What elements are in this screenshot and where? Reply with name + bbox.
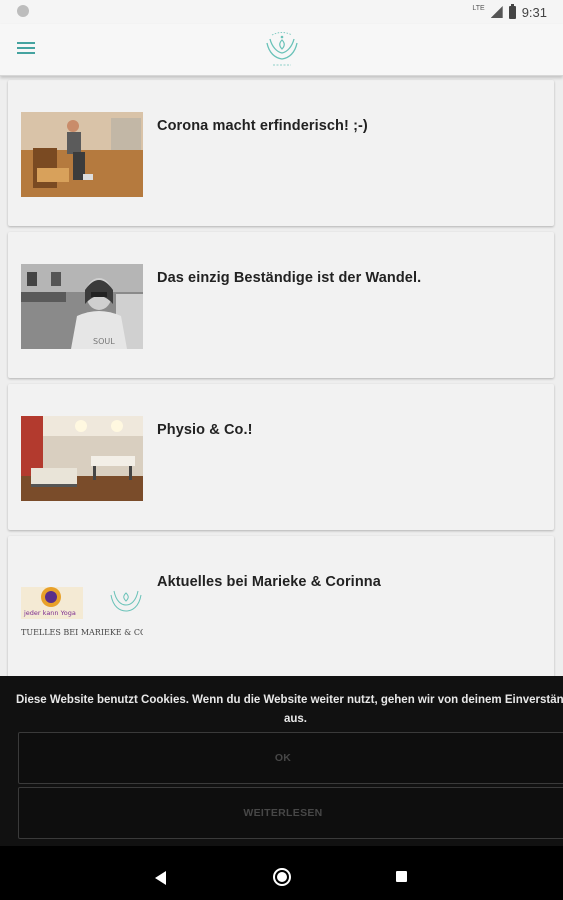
cookie-ok-button[interactable]: OK: [18, 732, 563, 784]
status-indicators: LTE 9:31: [472, 3, 547, 20]
post-title[interactable]: Aktuelles bei Marieke & Corinna: [157, 574, 381, 590]
cookie-message-line2: aus.: [283, 713, 307, 725]
banner-text: jeder kann Yoga: [23, 609, 76, 617]
post-title[interactable]: Das einzig Beständige ist der Wandel.: [157, 270, 421, 286]
post-card[interactable]: SOUL Das einzig Beständige ist der Wande…: [8, 232, 554, 378]
app-bar: [0, 24, 563, 76]
post-thumbnail[interactable]: [21, 416, 143, 501]
home-icon[interactable]: [273, 868, 291, 886]
post-title[interactable]: Corona macht erfinderisch! ;-): [157, 118, 368, 134]
post-title[interactable]: Physio & Co.!: [157, 422, 253, 438]
notification-dot-icon: [17, 5, 29, 17]
yoga-logo-icon[interactable]: [261, 27, 303, 69]
battery-icon: [508, 3, 516, 19]
post-card[interactable]: Physio & Co.!: [8, 384, 554, 530]
post-thumbnail[interactable]: SOUL: [21, 264, 143, 349]
cookie-message: Diese Website benutzt Cookies. Wenn du d…: [16, 691, 563, 729]
status-bar: LTE 9:31: [0, 0, 563, 24]
cookie-read-more-button[interactable]: WEITERLESEN: [18, 787, 563, 839]
post-card[interactable]: Corona macht erfinderisch! ;-): [8, 80, 554, 226]
recents-icon[interactable]: [396, 871, 407, 882]
post-thumbnail[interactable]: jeder kann Yoga TUELLES BEI MARIEKE & CO…: [21, 581, 143, 651]
signal-icon: [490, 6, 503, 18]
back-icon[interactable]: [155, 871, 166, 885]
network-type: LTE: [472, 4, 485, 12]
post-thumbnail[interactable]: [21, 112, 143, 197]
cookie-message-line1: Diese Website benutzt Cookies. Wenn du d…: [16, 694, 563, 706]
svg-text:SOUL: SOUL: [93, 337, 115, 346]
hamburger-menu-icon[interactable]: [17, 40, 37, 58]
post-feed: Corona macht erfinderisch! ;-) SOUL Das …: [0, 76, 563, 676]
banner-caption: TUELLES BEI MARIEKE & CORIN: [21, 628, 143, 637]
clock: 9:31: [521, 4, 547, 20]
cookie-banner: Diese Website benutzt Cookies. Wenn du d…: [0, 676, 563, 846]
post-card[interactable]: jeder kann Yoga TUELLES BEI MARIEKE & CO…: [8, 536, 554, 676]
